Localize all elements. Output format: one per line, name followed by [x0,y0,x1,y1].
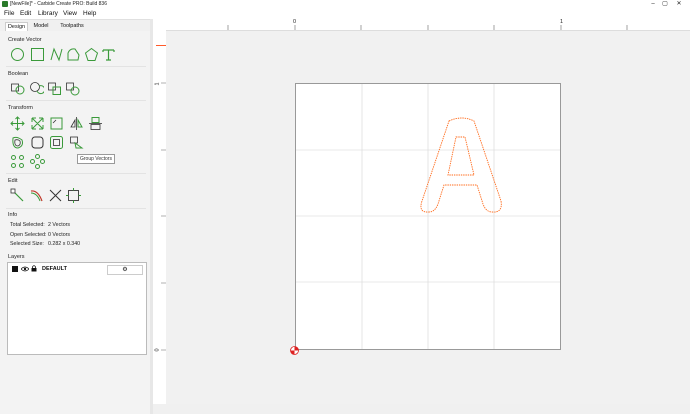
info-title: Info [8,212,18,218]
window-title: [NewFile]* - Carbide Create PRO: Build 8… [10,1,107,7]
maximize-button[interactable]: ▢ [658,0,672,9]
intersect-icon[interactable] [47,81,62,96]
layers-list: DEFAULT ⚙ [7,262,147,355]
edit-title: Edit [8,178,18,184]
vertical-ruler: 1 0 [153,19,167,404]
text-icon[interactable] [101,47,116,62]
layers-title: Layers [8,254,25,260]
info-label: Total Selected: [10,222,45,228]
join-icon[interactable] [49,135,64,150]
info-open-selected: Open Selected: 0 Vectors [10,232,70,238]
letter-a-outline [420,117,502,213]
separator [6,208,146,209]
info-label: Open Selected: [10,232,47,238]
create-vector-title: Create Vector [8,37,42,43]
boolean-title: Boolean [8,71,29,77]
move-icon[interactable] [10,116,25,131]
letter-a-counter [447,136,475,176]
menu-edit[interactable]: Edit [20,10,31,17]
tab-bar: Design Model Toolpaths [0,20,150,32]
eye-icon[interactable] [21,266,29,272]
vertical-ruler-ticks [161,82,166,351]
scale-icon[interactable] [30,116,45,131]
info-selected-size: Selected Size: 0.282 x 0.340 [10,241,80,247]
tab-toolpaths[interactable]: Toolpaths [56,22,88,31]
union-icon[interactable] [10,81,25,96]
polygon-icon[interactable] [66,47,81,62]
trim-icon[interactable] [29,188,44,203]
close-button[interactable]: ✕ [672,0,686,9]
separator [6,173,146,174]
curve-icon[interactable] [49,47,64,62]
ungroup-icon[interactable] [30,154,45,169]
info-total-selected: Total Selected: 2 Vectors [10,222,70,228]
rectangle-icon[interactable] [30,47,45,62]
menu-library[interactable]: Library [38,10,58,17]
layer-row[interactable]: DEFAULT ⚙ [10,265,144,275]
menu-view[interactable]: View [63,10,77,17]
ruler-x-label: 1 [560,19,564,25]
ruler-y-label: 0 [154,348,161,352]
group-icon[interactable] [10,154,25,169]
layer-color-swatch[interactable] [12,266,18,272]
transform-title: Transform [8,105,33,111]
layer-name: DEFAULT [42,266,67,272]
pentagon-icon[interactable] [84,47,99,62]
rotate-icon[interactable] [49,116,64,131]
horizontal-ruler: 0 1 [166,19,690,31]
sheet-grid [296,84,560,349]
separator [6,66,146,67]
offset-icon[interactable] [10,135,25,150]
title-bar: [NewFile]* - Carbide Create PRO: Build 8… [0,0,690,9]
info-value: 2 Vectors [48,222,71,228]
align-icon[interactable] [88,116,103,131]
menu-file[interactable]: File [4,10,14,17]
app-icon [2,1,8,7]
node-edit-icon[interactable] [10,188,25,203]
cursor-marker [156,45,166,46]
separator [6,100,146,101]
info-value: 0 Vectors [48,232,71,238]
stock-sheet[interactable] [295,83,561,350]
mirror-icon[interactable] [69,116,84,131]
origin-marker-icon [290,346,299,355]
tab-model[interactable]: Model [31,22,51,31]
cut-icon[interactable] [48,188,63,203]
bounding-box-icon[interactable] [66,188,81,203]
tooltip: Group Vectors [77,154,115,164]
menu-help[interactable]: Help [83,10,96,17]
circle-icon[interactable] [10,47,25,62]
info-label: Selected Size: [10,241,44,247]
horizontal-ruler-ticks [227,25,628,30]
ruler-x-label: 0 [293,19,297,25]
ruler-y-label: 1 [154,82,161,86]
gear-icon: ⚙ [122,267,128,273]
info-value: 0.282 x 0.340 [48,241,81,247]
fillet-icon[interactable] [30,135,45,150]
layer-settings-button[interactable]: ⚙ [107,265,143,275]
lock-icon[interactable] [31,265,37,272]
weld-icon[interactable] [65,81,80,96]
subtract-icon[interactable] [29,81,44,96]
node-edit-icon[interactable] [69,135,84,150]
